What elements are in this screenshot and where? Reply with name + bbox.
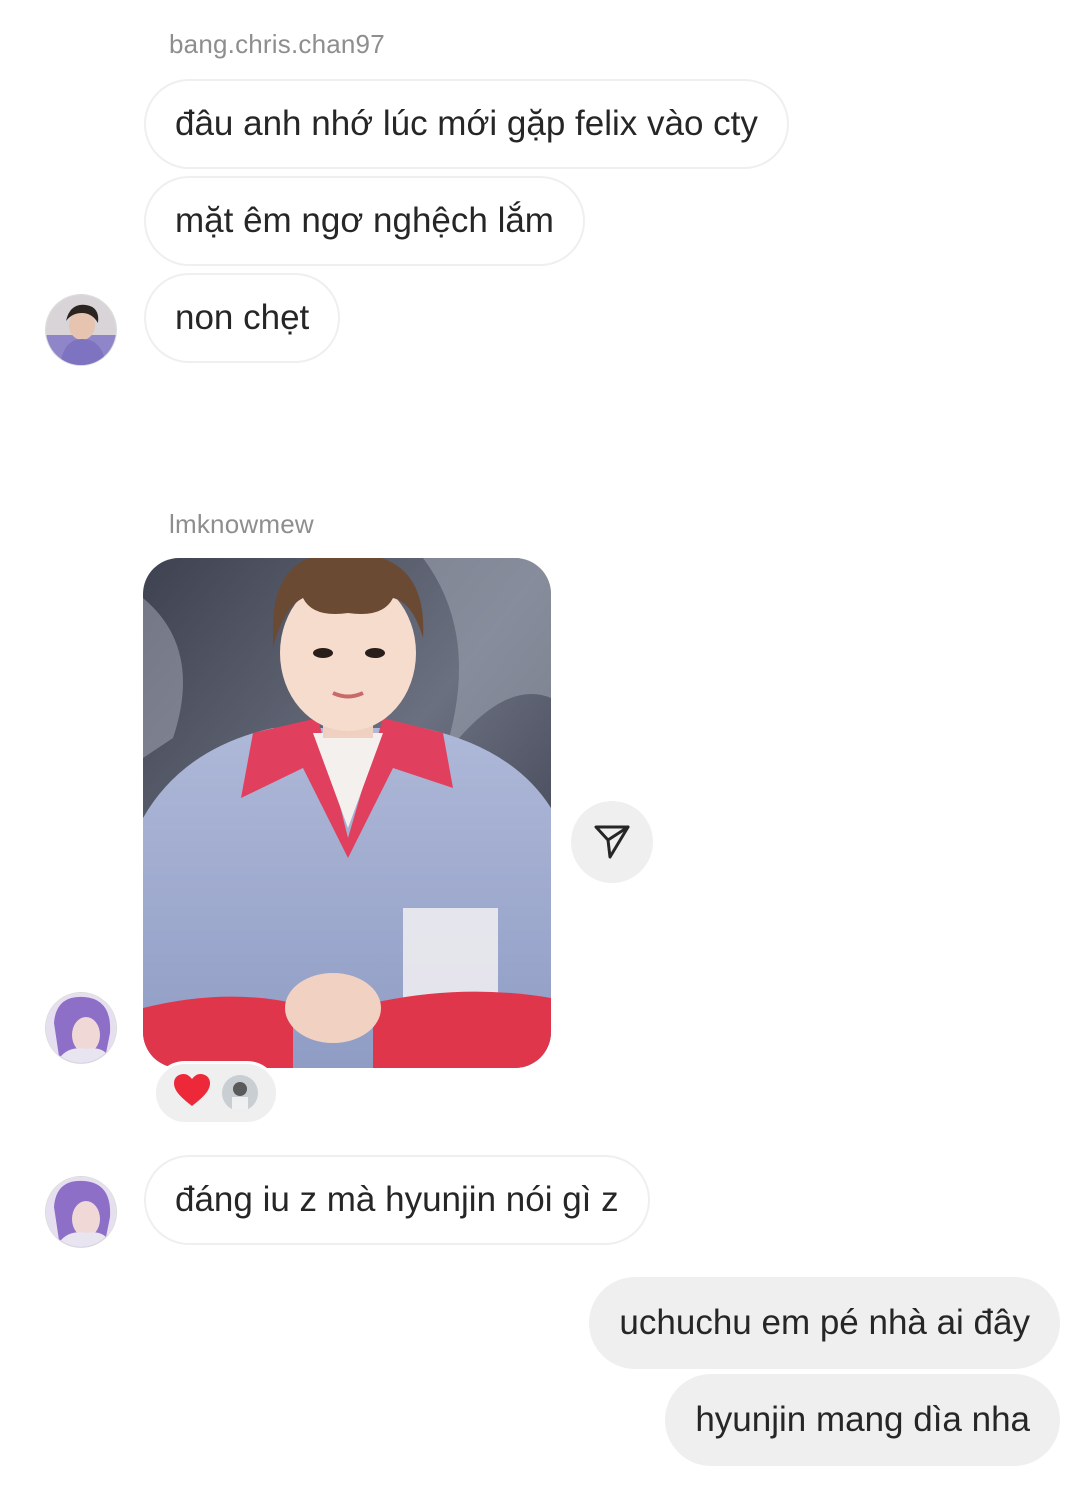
reactor-avatar	[222, 1075, 258, 1111]
message-bubble[interactable]: mặt êm ngơ nghệch lắm	[144, 176, 585, 266]
send-icon	[594, 825, 630, 859]
message-bubble-outgoing[interactable]: hyunjin mang dìa nha	[665, 1374, 1060, 1466]
reactions-bar[interactable]	[153, 1061, 279, 1125]
sender-name[interactable]: bang.chris.chan97	[169, 29, 385, 60]
sender-name[interactable]: lmknowmew	[169, 509, 314, 540]
avatar[interactable]	[46, 1177, 116, 1247]
avatar[interactable]	[46, 993, 116, 1063]
message-bubble[interactable]: non chẹt	[144, 273, 341, 363]
heart-icon	[174, 1073, 210, 1113]
photo-message[interactable]	[143, 558, 551, 1068]
message-bubble[interactable]: đâu anh nhớ lúc mới gặp felix vào cty	[144, 79, 789, 169]
message-bubble[interactable]: đáng iu z mà hyunjin nói gì z	[144, 1155, 650, 1245]
share-button[interactable]	[571, 801, 653, 883]
message-bubble-outgoing[interactable]: uchuchu em pé nhà ai đây	[589, 1277, 1060, 1369]
avatar[interactable]	[46, 295, 116, 365]
